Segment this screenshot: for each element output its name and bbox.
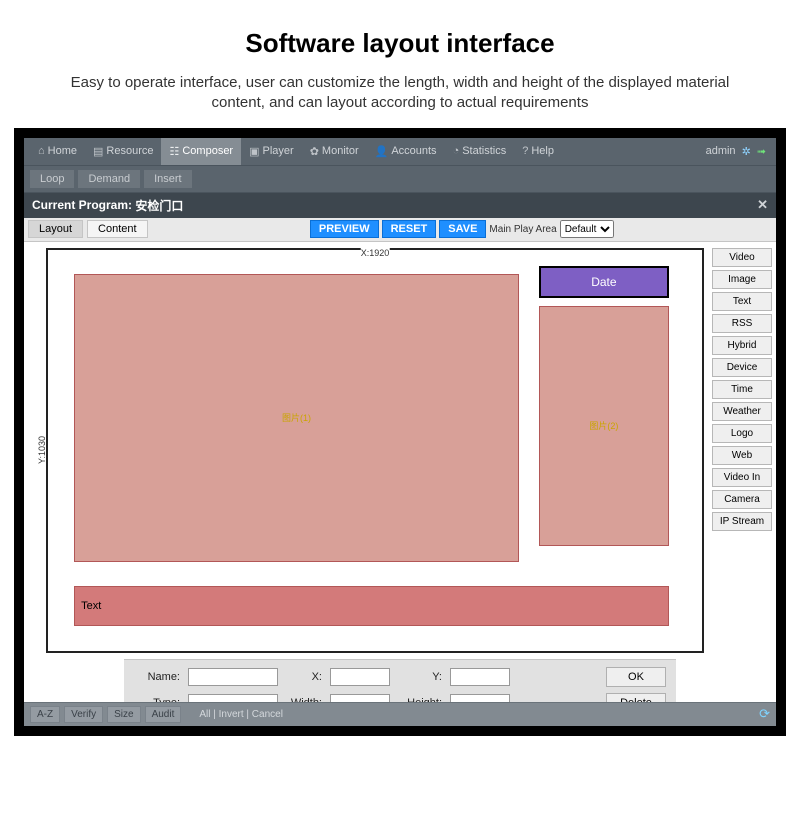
logout-icon[interactable]: ➟ (757, 145, 766, 158)
palette-weather[interactable]: Weather (712, 402, 772, 421)
palette-device[interactable]: Device (712, 358, 772, 377)
program-label: Current Program: (32, 198, 132, 212)
y-label: Y: (396, 671, 444, 683)
element-palette: Video Image Text RSS Hybrid Device Time … (708, 242, 776, 659)
close-icon[interactable]: ✕ (757, 197, 768, 213)
tab-insert[interactable]: Insert (144, 170, 192, 188)
current-user: admin (706, 145, 736, 157)
nav-resource[interactable]: ▤Resource (85, 138, 161, 165)
y-field[interactable] (450, 668, 510, 686)
palette-text[interactable]: Text (712, 292, 772, 311)
program-name: 安检门口 (135, 197, 183, 214)
accounts-icon: 👤 (375, 145, 389, 158)
bottom-toolbar: A-Z Verify Size Audit All | Invert | Can… (24, 702, 776, 726)
app-window: ⌂Home ▤Resource ☷Composer ▣ Player ✿Monit… (14, 128, 786, 736)
main-play-area-select[interactable]: Default (560, 220, 614, 238)
editor-toolbar: Layout Content PREVIEW RESET SAVE Main P… (24, 218, 776, 242)
nav-composer[interactable]: ☷Composer (161, 138, 241, 165)
audit-button[interactable]: Audit (145, 706, 182, 723)
refresh-icon[interactable]: ⟳ (759, 706, 770, 722)
tab-layout[interactable]: Layout (28, 220, 83, 238)
verify-button[interactable]: Verify (64, 706, 103, 723)
tab-content[interactable]: Content (87, 220, 148, 238)
nav-help[interactable]: ?Help (514, 138, 562, 165)
home-icon: ⌂ (38, 145, 45, 157)
region-image-1[interactable]: 图片(1) (74, 274, 519, 563)
x-field[interactable] (330, 668, 390, 686)
palette-video[interactable]: Video (712, 248, 772, 267)
monitor-icon: ✿ (310, 145, 319, 158)
palette-web[interactable]: Web (712, 446, 772, 465)
region-image-2[interactable]: 图片(2) (539, 306, 670, 547)
page-subtitle: Easy to operate interface, user can cust… (60, 73, 740, 114)
nav-label: Monitor (322, 145, 359, 157)
editor-panel: Layout Content PREVIEW RESET SAVE Main P… (24, 218, 776, 726)
size-button[interactable]: Size (107, 706, 140, 723)
settings-icon[interactable]: ✲ (742, 145, 751, 158)
mode-tabs: Loop Demand Insert (24, 166, 776, 193)
page-title: Software layout interface (0, 28, 800, 59)
x-ruler-label: X:1920 (361, 248, 390, 258)
nav-label: Player (263, 145, 294, 157)
palette-hybrid[interactable]: Hybrid (712, 336, 772, 355)
save-button[interactable]: SAVE (439, 220, 486, 238)
tab-demand[interactable]: Demand (78, 170, 140, 188)
palette-time[interactable]: Time (712, 380, 772, 399)
palette-ip-stream[interactable]: IP Stream (712, 512, 772, 531)
resource-icon: ▤ (93, 145, 103, 158)
top-nav: ⌂Home ▤Resource ☷Composer ▣ Player ✿Monit… (24, 138, 776, 166)
composer-icon: ☷ (169, 145, 179, 158)
ok-button[interactable]: OK (606, 667, 666, 687)
sort-az-button[interactable]: A-Z (30, 706, 60, 723)
player-icon: ▣ (249, 145, 259, 158)
help-icon: ? (522, 145, 528, 157)
palette-rss[interactable]: RSS (712, 314, 772, 333)
x-label: X: (284, 671, 324, 683)
main-play-area-label: Main Play Area (489, 224, 556, 235)
nav-label: Statistics (462, 145, 506, 157)
reset-button[interactable]: RESET (382, 220, 437, 238)
nav-accounts[interactable]: 👤Accounts (367, 138, 445, 165)
palette-image[interactable]: Image (712, 270, 772, 289)
region-text[interactable]: Text (74, 586, 669, 626)
nav-label: Composer (182, 145, 233, 157)
layout-canvas[interactable]: X:1920 图片(1) Date 图片(2) Text (46, 248, 704, 653)
selection-actions[interactable]: All | Invert | Cancel (199, 709, 283, 720)
name-field[interactable] (188, 668, 278, 686)
nav-statistics[interactable]: ◔Statistics (445, 138, 515, 165)
nav-label: Help (531, 145, 554, 157)
palette-video-in[interactable]: Video In (712, 468, 772, 487)
nav-player[interactable]: ▣ Player (241, 138, 302, 165)
nav-label: Resource (106, 145, 153, 157)
region-date[interactable]: Date (539, 266, 670, 298)
nav-home[interactable]: ⌂Home (30, 138, 85, 165)
preview-button[interactable]: PREVIEW (310, 220, 379, 238)
program-title-bar: Current Program: 安检门口 ✕ (24, 193, 776, 218)
tab-loop[interactable]: Loop (30, 170, 74, 188)
palette-logo[interactable]: Logo (712, 424, 772, 443)
nav-label: Accounts (391, 145, 436, 157)
nav-monitor[interactable]: ✿Monitor (302, 138, 367, 165)
name-label: Name: (134, 671, 182, 683)
nav-label: Home (48, 145, 77, 157)
statistics-icon: ◔ (453, 145, 460, 157)
palette-camera[interactable]: Camera (712, 490, 772, 509)
